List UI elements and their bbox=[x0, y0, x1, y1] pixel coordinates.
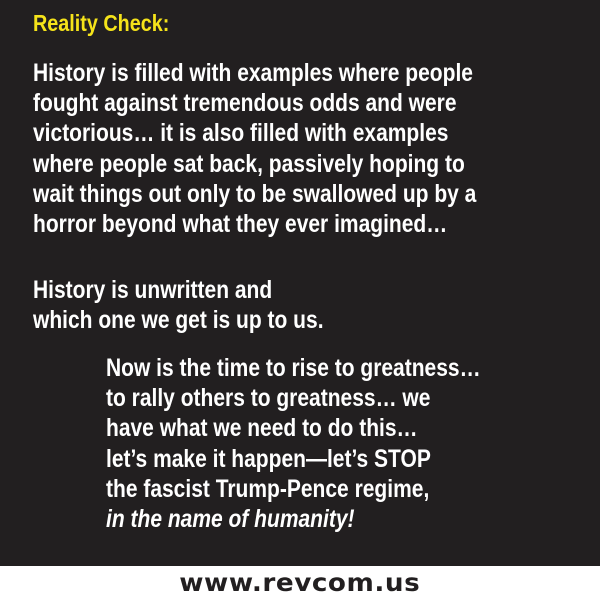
paragraph3-line: have what we need to do this… bbox=[106, 414, 418, 443]
paragraph1-line: History is filled with examples where pe… bbox=[33, 59, 473, 87]
paragraph1-line: horror beyond what they ever imagined… bbox=[33, 210, 448, 239]
heading: Reality Check: bbox=[33, 10, 170, 36]
paragraph1-line: victorious… it is also filled with examp… bbox=[33, 119, 449, 148]
paragraph3-line: Now is the time to rise to greatness… bbox=[106, 354, 481, 382]
website-footer: www.revcom.us bbox=[0, 566, 600, 600]
paragraph-history-unwritten: History is unwritten and which one we ge… bbox=[33, 275, 324, 335]
paragraph-call-to-action: Now is the time to rise to greatness… to… bbox=[106, 353, 481, 534]
paragraph3-line: to rally others to greatness… we bbox=[106, 384, 431, 413]
website-url[interactable]: www.revcom.us bbox=[180, 566, 421, 600]
message-panel: Reality Check: History is filled with ex… bbox=[0, 0, 600, 566]
poster: Reality Check: History is filled with ex… bbox=[0, 0, 600, 600]
closing-line: in the name of humanity! bbox=[106, 505, 355, 534]
paragraph3-line: the fascist Trump-Pence regime, bbox=[106, 474, 430, 503]
paragraph-history-examples: History is filled with examples where pe… bbox=[33, 58, 476, 239]
paragraph1-line: wait things out only to be swallowed up … bbox=[33, 179, 477, 208]
paragraph3-line: let’s make it happen—let’s STOP bbox=[106, 444, 431, 473]
paragraph2-line: History is unwritten and bbox=[33, 276, 273, 304]
paragraph1-line: where people sat back, passively hoping … bbox=[33, 149, 465, 178]
paragraph2-line: which one we get is up to us. bbox=[33, 306, 324, 335]
paragraph1-line: fought against tremendous odds and were bbox=[33, 89, 457, 118]
